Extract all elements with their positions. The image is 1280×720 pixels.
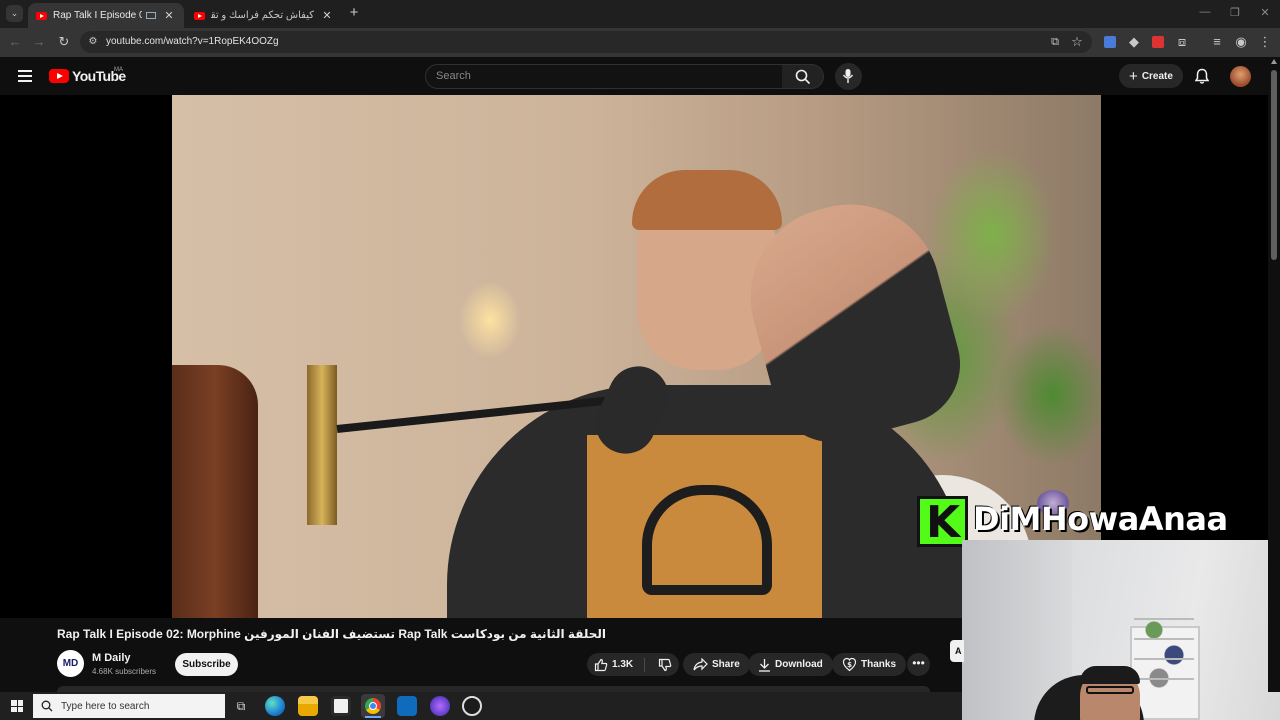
youtube-play-logo-icon [49, 69, 69, 83]
video-title: Rap Talk I Episode 02: Morphine تستضيف ا… [57, 627, 607, 641]
like-count: 1.3K [612, 659, 634, 670]
extensions-puzzle-icon[interactable]: ⧈ [1173, 33, 1191, 51]
like-button[interactable]: 1.3K [587, 653, 640, 676]
search-button[interactable] [782, 64, 824, 89]
site-info-icon[interactable]: ⚙ [84, 33, 102, 51]
forward-icon[interactable]: → [30, 33, 48, 51]
download-label: Download [775, 659, 823, 670]
account-avatar[interactable] [1230, 66, 1251, 87]
translate-extension-icon[interactable] [1101, 33, 1119, 51]
side-panel-peek[interactable]: A [950, 640, 964, 662]
file-explorer-icon[interactable] [298, 696, 318, 716]
bookmark-star-icon[interactable]: ☆ [1068, 33, 1086, 51]
profile-icon[interactable]: ◉ [1232, 33, 1250, 51]
chrome-active-indicator [365, 716, 381, 718]
tab-title: كيفاش تحكم فراسك و تقاوم الشه [211, 10, 314, 21]
tree-logo [642, 485, 772, 595]
webcam-streamer-glasses [1086, 686, 1134, 694]
messenger-app-icon[interactable] [430, 696, 450, 716]
channel-avatar[interactable]: MD [57, 650, 84, 677]
close-tab-icon[interactable]: ✕ [320, 9, 334, 22]
cast-icon [146, 12, 156, 19]
vintage-radio [172, 365, 258, 618]
search-input[interactable]: Search [425, 64, 783, 89]
notifications-bell-icon[interactable] [1194, 68, 1210, 85]
share-button[interactable]: Share [683, 653, 750, 676]
like-divider [643, 657, 645, 672]
more-actions-icon[interactable]: ••• [907, 653, 930, 676]
diamond-extension-icon[interactable]: ◆ [1125, 33, 1143, 51]
thanks-label: Thanks [861, 659, 897, 670]
streamer-name: DiMHowaAnaa [973, 500, 1228, 538]
windows-start-icon[interactable] [11, 700, 23, 712]
country-code: MA [114, 67, 123, 73]
close-window-button[interactable]: ✕ [1255, 6, 1275, 19]
download-icon [759, 658, 770, 672]
tab-search-button[interactable]: ⌄ [6, 5, 23, 22]
minimize-button[interactable]: — [1195, 6, 1215, 18]
share-icon [693, 658, 708, 671]
tab-title: Rap Talk I Episode 02: Morp [53, 10, 142, 21]
share-label: Share [712, 659, 740, 670]
url-text[interactable]: youtube.com/watch?v=1RopEK4OOZg [106, 36, 279, 47]
search-placeholder: Search [436, 70, 471, 82]
voice-search-button[interactable] [835, 63, 862, 90]
tab-rap-talk[interactable]: Rap Talk I Episode 02: Morp ✕ [28, 3, 184, 28]
thanks-button[interactable]: $ Thanks [832, 653, 907, 676]
outlook-icon[interactable] [397, 696, 417, 716]
webcam-shelf-items [1134, 600, 1194, 690]
search-icon [795, 69, 811, 85]
scrollbar-thumb[interactable] [1271, 70, 1277, 260]
obs-recorder-icon[interactable] [462, 696, 482, 716]
reload-icon[interactable]: ↻ [55, 33, 73, 51]
subscribe-button[interactable]: Subscribe [175, 653, 238, 676]
scroll-up-arrow-icon[interactable] [1271, 59, 1277, 64]
microsoft-store-icon[interactable] [331, 696, 351, 716]
chrome-taskbar-icon[interactable] [361, 694, 385, 718]
maximize-button[interactable]: ❐ [1225, 6, 1245, 19]
subscriber-count: 4.68K subscribers [92, 667, 157, 676]
back-icon[interactable]: ← [6, 33, 24, 51]
channel-name[interactable]: M Daily [92, 652, 131, 664]
guest-cap [632, 170, 782, 230]
taskbar-search-box[interactable]: Type here to search [33, 694, 225, 718]
webcam-overlay [962, 540, 1280, 720]
youtube-favicon-icon [194, 11, 205, 20]
plus-icon: + [1129, 67, 1138, 85]
red-extension-icon[interactable] [1149, 33, 1167, 51]
svg-text:$: $ [847, 661, 852, 669]
dislike-button[interactable] [649, 653, 679, 676]
create-button[interactable]: + Create [1119, 64, 1183, 88]
youtube-favicon-icon [36, 11, 47, 20]
microphone-icon [842, 69, 854, 83]
download-button[interactable]: Download [748, 653, 833, 676]
chrome-menu-icon[interactable]: ⋮ [1256, 33, 1274, 51]
like-dislike-group: 1.3K [587, 653, 679, 676]
create-label: Create [1141, 70, 1173, 82]
install-app-icon[interactable]: ⧉ [1046, 33, 1064, 51]
close-tab-icon[interactable]: ✕ [162, 9, 176, 22]
lamp [307, 365, 337, 525]
tab-arabic-video[interactable]: كيفاش تحكم فراسك و تقاوم الشه ✕ [186, 3, 342, 28]
thumbs-down-icon [658, 658, 671, 671]
hamburger-menu-icon[interactable] [18, 70, 32, 82]
reading-list-icon[interactable]: ≡ [1208, 33, 1226, 51]
thumbs-up-icon [594, 658, 608, 671]
webcam-streamer-hair [1080, 666, 1140, 684]
taskbar-search-placeholder: Type here to search [61, 700, 150, 712]
edge-browser-icon[interactable] [265, 696, 285, 716]
task-view-icon[interactable]: ⧉ [231, 696, 251, 716]
kick-logo-letter: K [926, 497, 961, 548]
taskbar-search-icon [41, 700, 53, 712]
new-tab-button[interactable]: + [345, 4, 363, 22]
thanks-heart-dollar-icon: $ [842, 657, 857, 672]
